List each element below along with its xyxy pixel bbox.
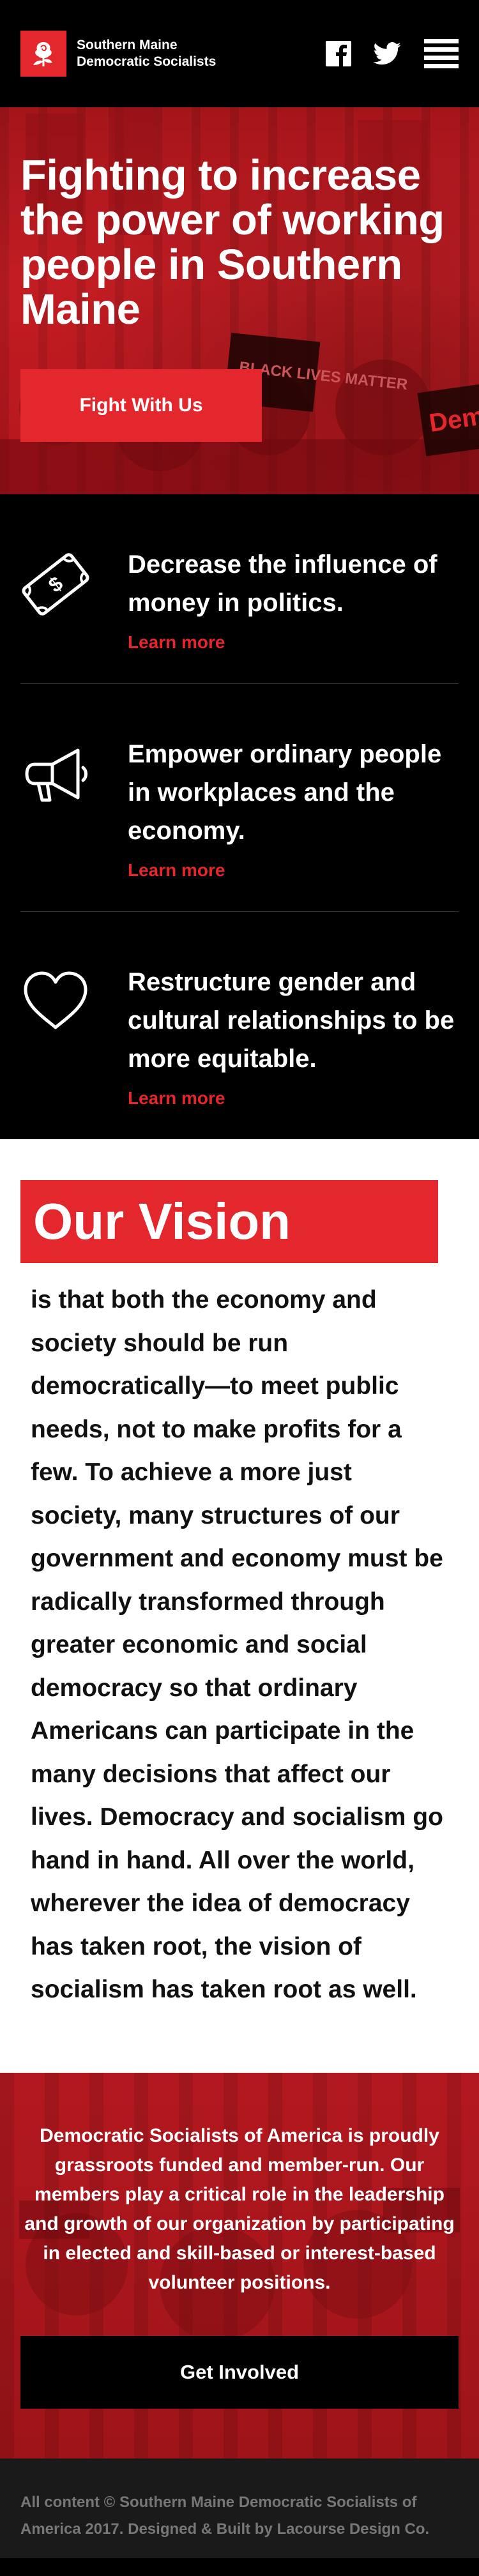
facebook-icon[interactable] — [326, 41, 351, 66]
footer-copyright: All content © Southern Maine Democratic … — [20, 2493, 430, 2538]
learn-more-link-workplace[interactable]: Learn more — [128, 860, 459, 881]
get-involved-button[interactable]: Get Involved — [20, 2335, 459, 2409]
vision-section: Our Vision is that both the economy and … — [0, 1139, 479, 2073]
value-text: Restructure gender and cultural relation… — [128, 968, 455, 1073]
value-text: Decrease the influence of money in polit… — [128, 550, 437, 617]
vision-text: is that both the economy and society sho… — [31, 1286, 443, 2003]
hero-content: Fighting to increase the power of workin… — [0, 107, 479, 442]
value-item-money: $ Decrease the influence of money in pol… — [20, 494, 459, 684]
value-body: Empower ordinary people in workplaces an… — [128, 735, 459, 881]
site-footer: All content © Southern Maine Democratic … — [0, 2458, 479, 2558]
svg-text:$: $ — [44, 572, 67, 596]
rose-logo-icon — [20, 31, 66, 77]
megaphone-icon — [20, 739, 91, 809]
support-section: Democratic Socialists of America is prou… — [0, 2072, 479, 2459]
support-text: Democratic Socialists of America is prou… — [24, 2125, 455, 2293]
learn-more-link-money[interactable]: Learn more — [128, 632, 459, 653]
support-content: Democratic Socialists of America is prou… — [0, 2073, 479, 2409]
money-bill-icon: $ — [20, 549, 91, 619]
menu-bar — [424, 47, 459, 52]
value-body: Restructure gender and cultural relation… — [128, 963, 459, 1109]
value-text: Empower ordinary people in workplaces an… — [128, 740, 442, 845]
learn-more-link-equity[interactable]: Learn more — [128, 1088, 459, 1109]
hero-title: Fighting to increase the power of workin… — [20, 151, 445, 333]
fight-with-us-button[interactable]: Fight With Us — [20, 369, 262, 442]
value-body: Decrease the influence of money in polit… — [128, 545, 459, 653]
site-header: Southern Maine Democratic Socialists — [0, 0, 479, 107]
hamburger-menu-icon[interactable] — [424, 39, 459, 68]
value-item-workplace: Empower ordinary people in workplaces an… — [20, 684, 459, 912]
brand-line-2: Democratic Socialists — [77, 54, 217, 69]
menu-bar — [424, 39, 459, 43]
brand-link[interactable]: Southern Maine Democratic Socialists — [20, 31, 230, 77]
hero-section: BLACK LIVES MATTER Dem Fighting to incre… — [0, 107, 479, 494]
heart-icon — [20, 967, 91, 1037]
twitter-icon[interactable] — [373, 42, 401, 65]
value-item-equity: Restructure gender and cultural relation… — [20, 912, 459, 1139]
brand-line-1: Southern Maine — [77, 38, 178, 52]
values-section: $ Decrease the influence of money in pol… — [0, 494, 479, 1139]
menu-bar — [424, 64, 459, 68]
vision-title: Our Vision — [20, 1180, 438, 1263]
menu-bar — [424, 56, 459, 60]
header-actions — [304, 39, 459, 68]
brand-name: Southern Maine Democratic Socialists — [77, 37, 230, 70]
